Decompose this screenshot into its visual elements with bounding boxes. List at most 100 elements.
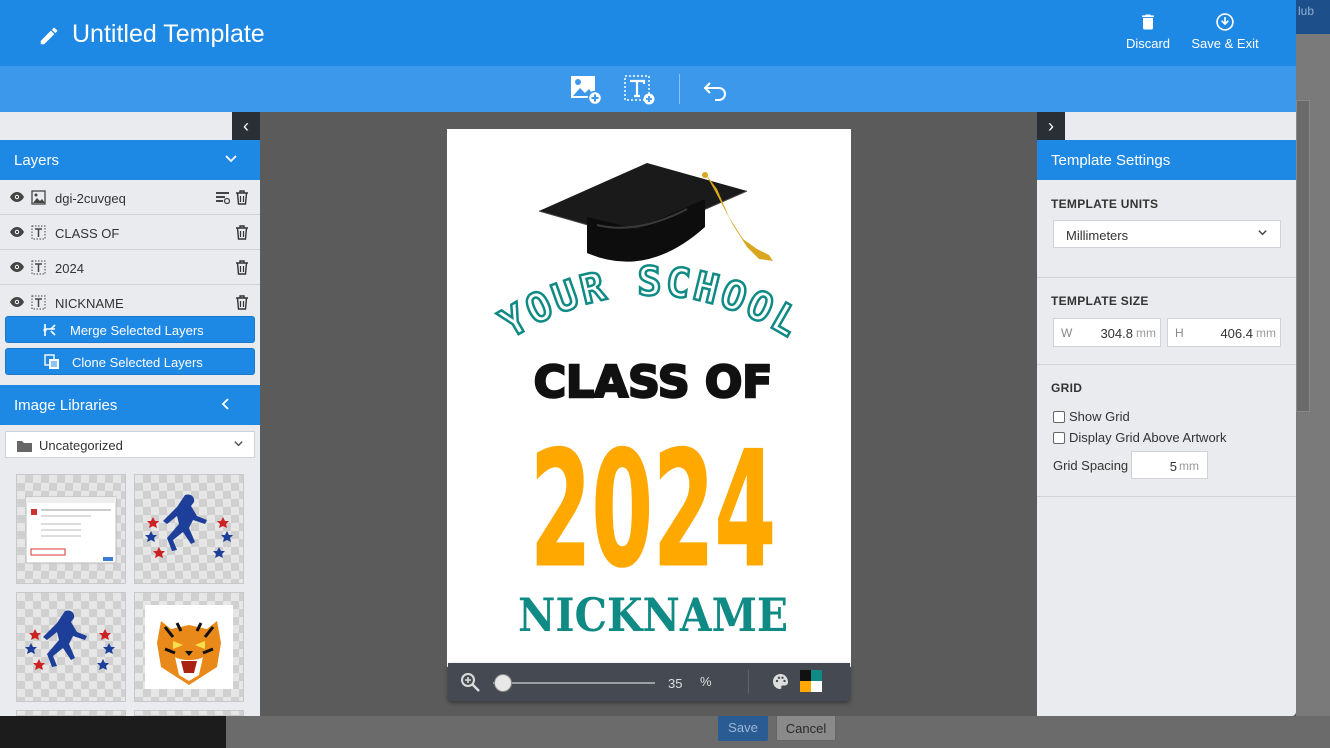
template-height-field[interactable]: H 406.4 mm [1167,318,1281,347]
eye-icon[interactable] [10,297,24,307]
trash-icon[interactable] [235,225,249,240]
artboard[interactable]: YOUR SCHOOL CLASS OF 2024 2024 NICKNAME [447,129,851,667]
template-settings-header: Template Settings [1037,140,1296,180]
template-units-value: Millimeters [1066,228,1129,243]
width-unit: mm [1136,326,1156,340]
clone-icon [44,354,59,369]
template-width-field[interactable]: W 304.8 mm [1053,318,1161,347]
library-image-thumbnail[interactable] [134,710,244,716]
add-text-icon[interactable] [623,73,655,105]
trash-icon[interactable] [235,260,249,275]
width-value: 304.8 [1100,326,1133,341]
palette-icon[interactable] [772,673,789,690]
layer-name: NICKNAME [55,296,124,311]
image-libraries-header[interactable]: Image Libraries [0,385,260,425]
template-units-select[interactable]: Millimeters [1053,220,1281,248]
color-swatches[interactable] [800,670,822,692]
section-divider [1037,277,1296,278]
eye-icon[interactable] [10,227,24,237]
library-folder-value: Uncategorized [39,438,123,453]
merge-icon [43,324,56,336]
swatch-gold[interactable] [800,681,811,692]
grid-spacing-field[interactable]: 5 mm [1131,451,1208,479]
background-side-box [1296,100,1310,412]
clone-layers-button[interactable]: Clone Selected Layers [5,348,255,375]
download-circle-icon [1216,13,1234,31]
add-image-icon[interactable] [570,73,602,105]
section-divider [1037,364,1296,365]
zoom-unit: % [700,674,712,689]
template-editor-modal: Untitled Template Discard Save & Exit ‹ … [0,0,1296,716]
text-layer-icon [31,295,46,310]
grid-above-artwork-option[interactable]: Display Grid Above Artwork [1053,430,1227,445]
zoom-value: 35 [668,676,683,691]
toolbar-separator [679,74,680,104]
show-grid-label: Show Grid [1069,409,1130,424]
grid-above-artwork-checkbox[interactable] [1053,432,1065,444]
image-layer-icon [31,190,46,205]
layer-row[interactable]: NICKNAME [0,286,260,314]
discard-label: Discard [1125,36,1171,51]
height-unit: mm [1256,326,1276,340]
trash-icon[interactable] [235,190,249,205]
eye-icon[interactable] [10,262,24,272]
collapse-left-panel-button[interactable]: ‹ [232,112,260,140]
library-folder-select[interactable]: Uncategorized [5,431,255,458]
trash-icon[interactable] [235,295,249,310]
save-exit-button[interactable]: Save & Exit [1190,12,1260,51]
zoom-bar-separator [748,670,749,694]
editor-header: Untitled Template Discard Save & Exit [0,0,1296,66]
tiger-mascot-image [145,605,233,689]
artwork-canvas: YOUR SCHOOL CLASS OF 2024 2024 NICKNAME [491,163,810,642]
chevron-down-icon [225,155,237,163]
class-of-text[interactable]: CLASS OF [532,356,773,410]
save-exit-label: Save & Exit [1191,36,1259,51]
text-layer-icon [31,260,46,275]
library-image-thumbnail[interactable] [16,592,126,702]
layer-row[interactable]: 2024 [0,251,260,285]
school-name-text[interactable]: YOUR SCHOOL [491,258,810,349]
pencil-icon [40,27,58,45]
background-cancel-button[interactable]: Cancel [776,714,836,741]
layer-row[interactable]: dgi-2cuvgeq [0,181,260,215]
swatch-teal[interactable] [811,670,822,681]
merge-layers-button[interactable]: Merge Selected Layers [5,316,255,343]
grid-label: GRID [1051,381,1083,395]
year-text[interactable]: 2024 [530,416,777,604]
undo-icon[interactable] [700,73,732,105]
layers-header[interactable]: Layers [0,140,260,180]
library-image-thumbnail[interactable] [16,474,126,584]
chevron-left-icon [221,398,229,410]
swatch-white[interactable] [811,681,822,692]
chevron-down-icon [1258,230,1267,236]
template-title[interactable]: Untitled Template [72,20,265,49]
show-grid-option[interactable]: Show Grid [1053,409,1130,424]
layer-settings-icon[interactable] [215,190,230,205]
library-image-thumbnail[interactable] [16,710,126,716]
nickname-text[interactable]: NICKNAME [518,588,788,642]
grid-spacing-label: Grid Spacing [1053,458,1129,473]
background-footer-dark [0,716,226,748]
swatch-black[interactable] [800,670,811,681]
zoom-in-icon[interactable] [460,672,481,693]
zoom-slider-thumb[interactable] [493,674,512,692]
library-image-thumbnail[interactable] [134,474,244,584]
layer-row[interactable]: CLASS OF [0,216,260,250]
height-key: H [1175,326,1184,340]
template-settings-title: Template Settings [1051,152,1171,169]
eye-icon[interactable] [10,192,24,202]
width-key: W [1061,326,1073,340]
zoom-slider-track[interactable] [493,682,655,684]
section-divider [1037,496,1296,497]
background-save-button[interactable]: Save [718,714,768,741]
merge-label: Merge Selected Layers [70,323,204,338]
collapse-right-panel-button[interactable]: › [1037,112,1065,140]
text-layer-icon [31,225,46,240]
discard-button[interactable]: Discard [1122,12,1174,51]
clone-label: Clone Selected Layers [72,355,203,370]
graduation-cap-image[interactable] [538,163,773,262]
show-grid-checkbox[interactable] [1053,411,1065,423]
library-image-thumbnail[interactable] [134,592,244,702]
grid-above-artwork-label: Display Grid Above Artwork [1069,430,1227,445]
template-size-label: TEMPLATE SIZE [1051,294,1149,308]
